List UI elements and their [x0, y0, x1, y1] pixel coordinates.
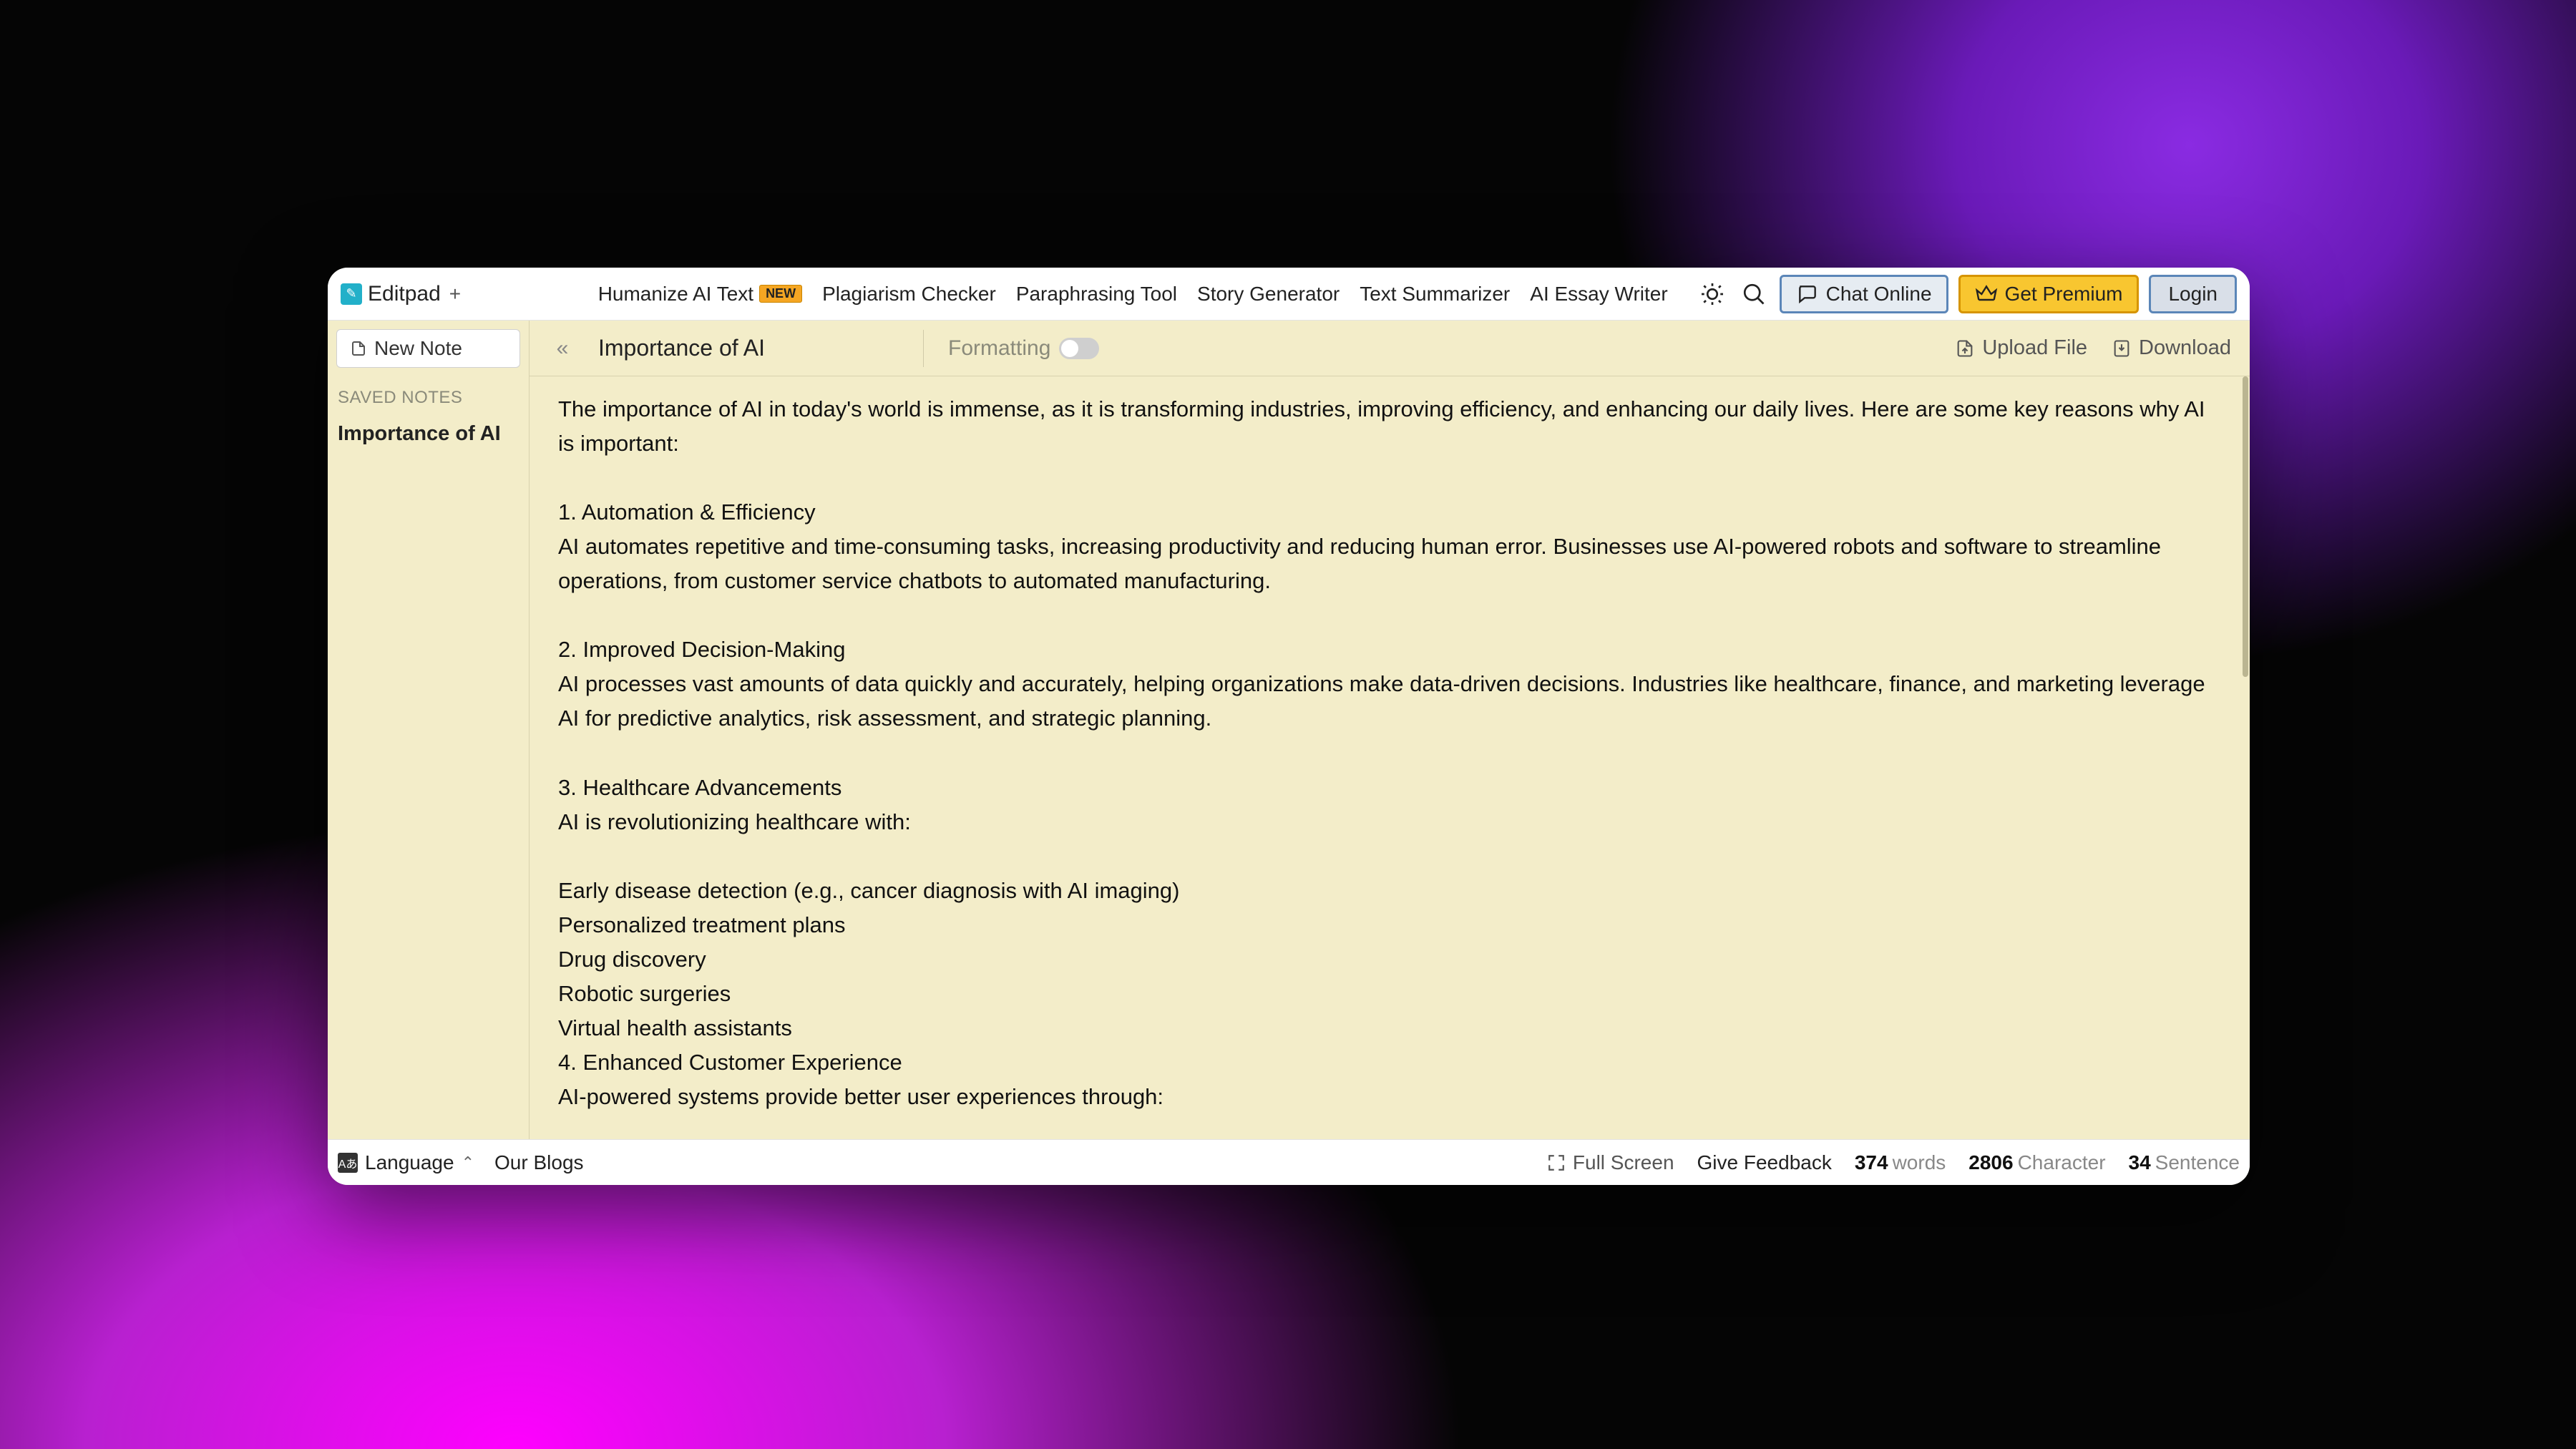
top-actions: Chat Online Get Premium Login	[1697, 275, 2237, 313]
collapse-sidebar-icon[interactable]: «	[548, 334, 577, 363]
app-window: ✎ Editpad + Humanize AI Text NEW Plagiar…	[328, 268, 2250, 1185]
nav-summarizer[interactable]: Text Summarizer	[1360, 283, 1510, 306]
nav-plagiarism[interactable]: Plagiarism Checker	[822, 283, 996, 306]
chat-online-button[interactable]: Chat Online	[1780, 275, 1948, 313]
topbar: ✎ Editpad + Humanize AI Text NEW Plagiar…	[328, 268, 2250, 321]
upload-label: Upload File	[1982, 336, 2087, 360]
get-premium-button[interactable]: Get Premium	[1958, 275, 2140, 313]
header-actions: Upload File Download	[1955, 336, 2231, 360]
nav-links: Humanize AI Text NEW Plagiarism Checker …	[598, 283, 1668, 306]
brand-icon: ✎	[341, 283, 362, 305]
download-button[interactable]: Download	[2112, 336, 2231, 360]
main: New Note SAVED NOTES Importance of AI « …	[328, 321, 2250, 1139]
editor-paragraph: Early disease detection (e.g., cancer di…	[558, 874, 2210, 1114]
nav-paraphrase[interactable]: Paraphrasing Tool	[1016, 283, 1177, 306]
search-icon[interactable]	[1738, 278, 1770, 310]
chevron-up-icon: ⌃	[462, 1153, 474, 1172]
language-label: Language	[365, 1151, 454, 1174]
formatting-label: Formatting	[948, 336, 1050, 361]
give-feedback-link[interactable]: Give Feedback	[1697, 1151, 1832, 1174]
chat-label: Chat Online	[1826, 283, 1932, 306]
brand-name: Editpad	[368, 282, 441, 306]
login-label: Login	[2168, 283, 2218, 306]
editor-textarea[interactable]: The importance of AI in today's world is…	[530, 376, 2250, 1139]
content-area: « Formatting Upload File Download	[530, 321, 2250, 1139]
sentence-count: 34Sentence	[2129, 1151, 2240, 1174]
new-note-button[interactable]: New Note	[336, 329, 520, 368]
content-header: « Formatting Upload File Download	[530, 321, 2250, 376]
sidebar: New Note SAVED NOTES Importance of AI	[328, 321, 530, 1139]
scrollbar-thumb[interactable]	[2243, 376, 2248, 677]
formatting-toggle[interactable]: Formatting	[948, 336, 1099, 361]
word-count: 374words	[1855, 1151, 1946, 1174]
editor-paragraph: 3. Healthcare AdvancementsAI is revoluti…	[558, 771, 2210, 839]
download-label: Download	[2139, 336, 2231, 360]
theme-icon[interactable]	[1697, 278, 1728, 310]
footer: Aあ Language ⌃ Our Blogs Full Screen Give…	[328, 1139, 2250, 1185]
new-badge: NEW	[759, 285, 802, 303]
char-count: 2806Character	[1968, 1151, 2105, 1174]
login-button[interactable]: Login	[2149, 275, 2237, 313]
our-blogs-link[interactable]: Our Blogs	[494, 1151, 584, 1174]
saved-notes-heading: SAVED NOTES	[336, 388, 520, 408]
plus-icon[interactable]: +	[449, 283, 461, 306]
new-note-label: New Note	[374, 337, 462, 360]
editor-paragraph: 1. Automation & EfficiencyAI automates r…	[558, 495, 2210, 598]
language-button[interactable]: Aあ Language ⌃	[338, 1151, 474, 1174]
toggle-switch[interactable]	[1059, 338, 1099, 359]
editor-paragraph: 2. Improved Decision-MakingAI processes …	[558, 633, 2210, 736]
language-icon: Aあ	[338, 1153, 358, 1173]
brand[interactable]: ✎ Editpad +	[341, 282, 461, 306]
fullscreen-button[interactable]: Full Screen	[1547, 1151, 1674, 1174]
note-title-input[interactable]	[598, 335, 899, 361]
premium-label: Get Premium	[2005, 283, 2123, 306]
footer-right: Full Screen Give Feedback 374words 2806C…	[1547, 1151, 2240, 1174]
upload-file-button[interactable]: Upload File	[1955, 336, 2087, 360]
sidebar-item-importance-of-ai[interactable]: Importance of AI	[336, 418, 520, 450]
nav-label: Humanize AI Text	[598, 283, 753, 306]
nav-essay[interactable]: AI Essay Writer	[1530, 283, 1667, 306]
editor-paragraph: The importance of AI in today's world is…	[558, 392, 2210, 461]
nav-humanize[interactable]: Humanize AI Text NEW	[598, 283, 802, 306]
fullscreen-label: Full Screen	[1573, 1151, 1674, 1174]
divider	[923, 330, 924, 367]
nav-story[interactable]: Story Generator	[1197, 283, 1340, 306]
